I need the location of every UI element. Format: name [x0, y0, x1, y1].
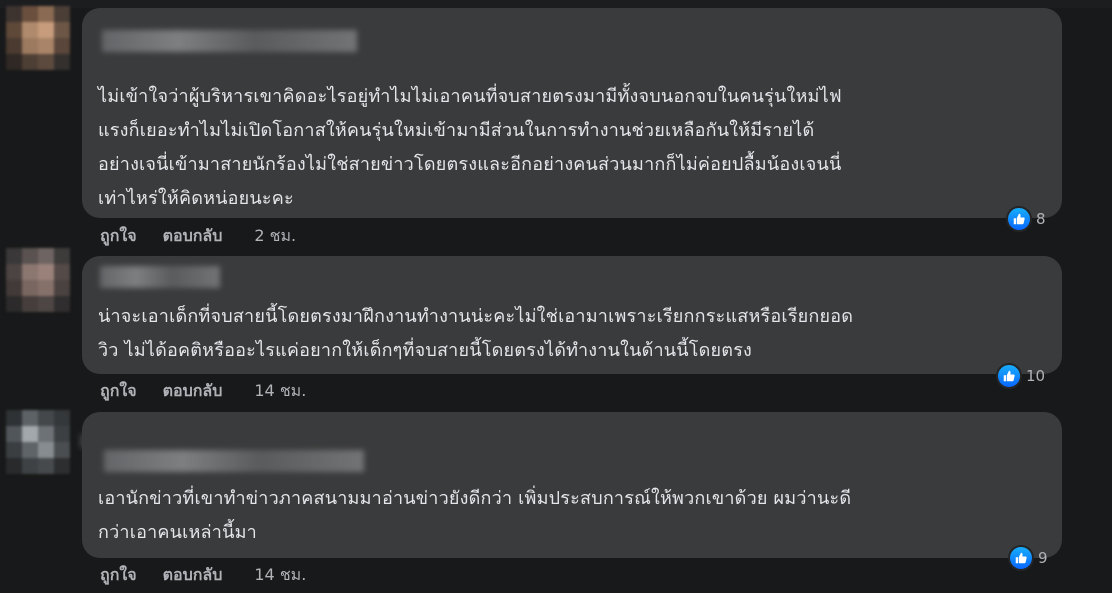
author-name-blurred[interactable]: [104, 450, 364, 472]
comment-text: น่าจะเอาเด็กที่จบสายนี้โดยตรงมาฝึกงานทำง…: [98, 300, 853, 368]
author-name-blurred[interactable]: [102, 30, 357, 52]
reaction-count: 10: [1026, 367, 1046, 385]
timestamp[interactable]: 14 ชม.: [254, 379, 306, 404]
comment-actions: ถูกใจ ตอบกลับ 14 ชม.: [100, 563, 306, 587]
comment-text-line: แรงก็เยอะทำไมไม่เปิดโอกาสให้คนรุ่นใหม่เข…: [98, 120, 815, 141]
reaction-badge[interactable]: 10: [996, 363, 1046, 389]
comment-text: เอานักข่าวที่เขาทำข่าวภาคสนามมาอ่านข่าวย…: [98, 482, 851, 550]
timestamp[interactable]: 14 ชม.: [254, 563, 306, 588]
comments-section: ไม่เข้าใจว่าผู้บริหารเขาคิดอะไรอยู่ทำไมไ…: [0, 0, 1112, 593]
top-edge: [0, 0, 1112, 8]
reaction-badge[interactable]: 9: [1008, 545, 1048, 571]
comment-text-line: เท่าไหร่ให้คิดหน่อยนะคะ: [98, 188, 294, 209]
comment-text: ไม่เข้าใจว่าผู้บริหารเขาคิดอะไรอยู่ทำไมไ…: [98, 80, 842, 216]
comment-text-line: อย่างเจนี่เข้ามาสายนักร้องไม่ใช่สายข่าวโ…: [98, 154, 842, 175]
comment-bubble: ไม่เข้าใจว่าผู้บริหารเขาคิดอะไรอยู่ทำไมไ…: [82, 8, 1062, 218]
thumbs-up-icon: [1006, 206, 1032, 232]
author-name-blurred[interactable]: [100, 266, 220, 288]
timestamp[interactable]: 2 ชม.: [254, 224, 296, 249]
comment-actions: ถูกใจ ตอบกลับ 14 ชม.: [100, 379, 306, 403]
reply-link[interactable]: ตอบกลับ: [163, 379, 223, 404]
comment-text-line: เอานักข่าวที่เขาทำข่าวภาคสนามมาอ่านข่าวย…: [98, 488, 852, 509]
comment-text-line: กว่าเอาคนเหล่านี้มา: [98, 522, 257, 543]
reaction-count: 8: [1036, 210, 1046, 228]
comment-text-line: วิว ไม่ได้อคติหรืออะไรแค่อยากให้เด็กๆที่…: [98, 340, 753, 361]
comment-bubble: เอานักข่าวที่เขาทำข่าวภาคสนามมาอ่านข่าวย…: [82, 412, 1062, 558]
comment-actions: ถูกใจ ตอบกลับ 2 ชม.: [100, 224, 296, 248]
reply-link[interactable]: ตอบกลับ: [163, 563, 223, 588]
reply-link[interactable]: ตอบกลับ: [163, 224, 223, 249]
reaction-count: 9: [1038, 549, 1048, 567]
like-link[interactable]: ถูกใจ: [100, 563, 137, 588]
avatar[interactable]: [6, 410, 70, 474]
reaction-badge[interactable]: 8: [1006, 206, 1046, 232]
avatar[interactable]: [6, 248, 70, 312]
comment-text-line: ไม่เข้าใจว่าผู้บริหารเขาคิดอะไรอยู่ทำไมไ…: [98, 86, 842, 107]
avatar[interactable]: [6, 6, 70, 70]
thumbs-up-icon: [1008, 545, 1034, 571]
comment-text-line: น่าจะเอาเด็กที่จบสายนี้โดยตรงมาฝึกงานทำง…: [98, 306, 854, 327]
like-link[interactable]: ถูกใจ: [100, 379, 137, 404]
thumbs-up-icon: [996, 363, 1022, 389]
like-link[interactable]: ถูกใจ: [100, 224, 137, 249]
comment-bubble: น่าจะเอาเด็กที่จบสายนี้โดยตรงมาฝึกงานทำง…: [82, 256, 1062, 374]
